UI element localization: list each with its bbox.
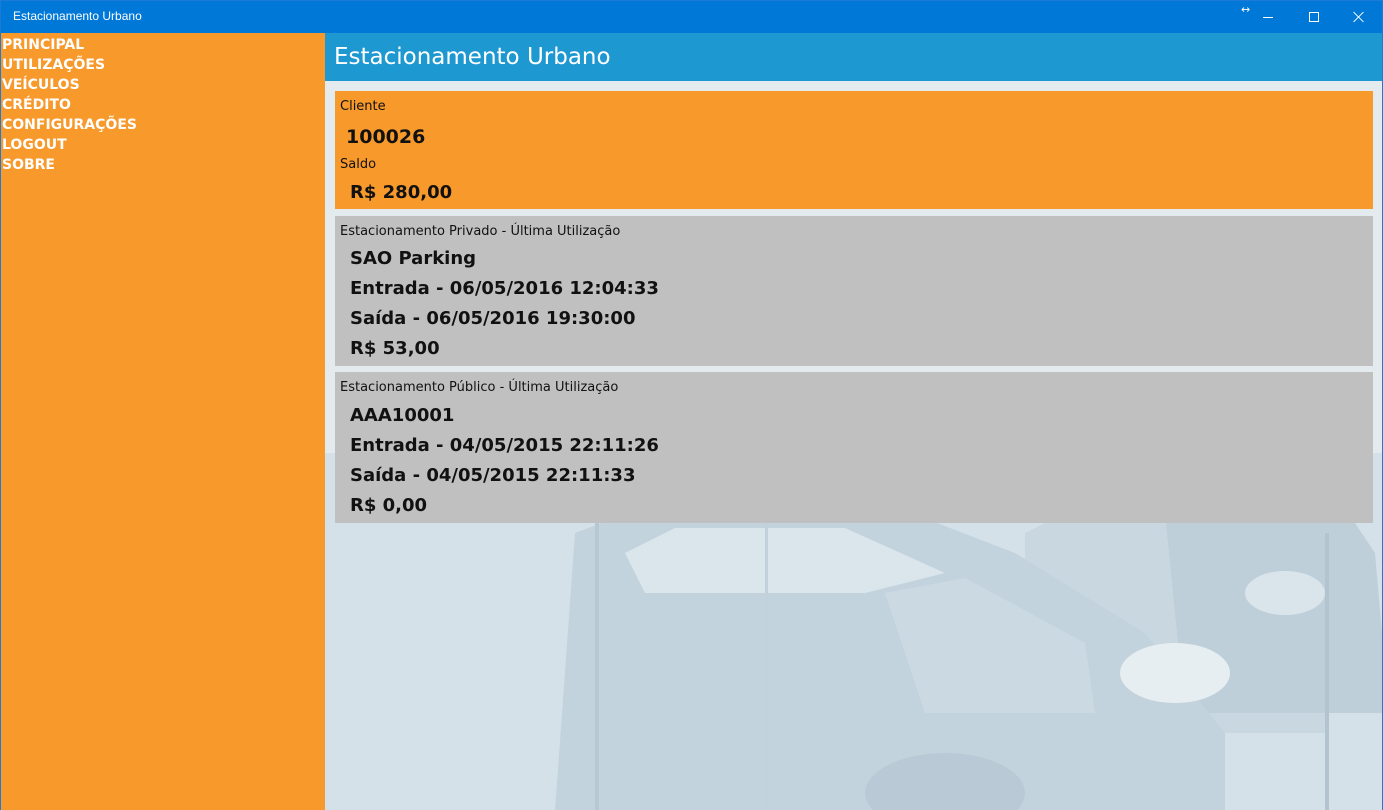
page-title: Estacionamento Urbano [334, 44, 611, 70]
sidebar-item-credito[interactable]: CRÉDITO [1, 95, 325, 115]
balance-label: Saldo [340, 157, 377, 172]
minimize-icon [1263, 16, 1273, 18]
public-valor: R$ 0,00 [350, 495, 428, 516]
public-plate: AAA10001 [350, 405, 455, 426]
sidebar-item-configuracoes[interactable]: CONFIGURAÇÕES [1, 115, 325, 135]
title-bar[interactable]: Estacionamento Urbano ↔ [1, 1, 1382, 33]
close-button[interactable] [1336, 1, 1382, 33]
public-entrada: Entrada - 04/05/2015 22:11:26 [350, 435, 659, 456]
sidebar-menu: PRINCIPAL UTILIZAÇÕES VEÍCULOS CRÉDITO C… [1, 33, 325, 810]
app-window: Estacionamento Urbano ↔ PRINCIPAL UTILIZ… [0, 0, 1383, 810]
maximize-icon [1309, 12, 1319, 22]
maximize-button[interactable] [1291, 1, 1337, 33]
sidebar-item-principal[interactable]: PRINCIPAL [1, 35, 325, 55]
private-parking-name: SAO Parking [350, 248, 477, 269]
private-parking-card: Estacionamento Privado - Última Utilizaç… [335, 216, 1373, 366]
client-label: Cliente [340, 99, 386, 114]
public-parking-label: Estacionamento Público - Última Utilizaç… [340, 380, 619, 395]
close-icon [1353, 11, 1365, 23]
client-id: 100026 [346, 126, 426, 148]
public-saida: Saída - 04/05/2015 22:11:33 [350, 465, 636, 486]
sidebar-item-logout[interactable]: LOGOUT [1, 135, 325, 155]
minimize-button[interactable] [1245, 1, 1291, 33]
nav-list: PRINCIPAL UTILIZAÇÕES VEÍCULOS CRÉDITO C… [1, 33, 325, 175]
private-entrada: Entrada - 06/05/2016 12:04:33 [350, 278, 659, 299]
main-content: Estacionamento Urbano Cliente 100026 Sal… [325, 33, 1382, 810]
sidebar-item-sobre[interactable]: SOBRE [1, 155, 325, 175]
sidebar-item-veiculos[interactable]: VEÍCULOS [1, 75, 325, 95]
sidebar-item-utilizacoes[interactable]: UTILIZAÇÕES [1, 55, 325, 75]
public-parking-card: Estacionamento Público - Última Utilizaç… [335, 372, 1373, 523]
page-header: Estacionamento Urbano [325, 33, 1382, 81]
client-card: Cliente 100026 Saldo R$ 280,00 [335, 91, 1373, 209]
private-saida: Saída - 06/05/2016 19:30:00 [350, 308, 636, 329]
private-valor: R$ 53,00 [350, 338, 440, 359]
balance-value: R$ 280,00 [350, 182, 453, 203]
window-title: Estacionamento Urbano [13, 9, 142, 23]
private-parking-label: Estacionamento Privado - Última Utilizaç… [340, 224, 621, 239]
